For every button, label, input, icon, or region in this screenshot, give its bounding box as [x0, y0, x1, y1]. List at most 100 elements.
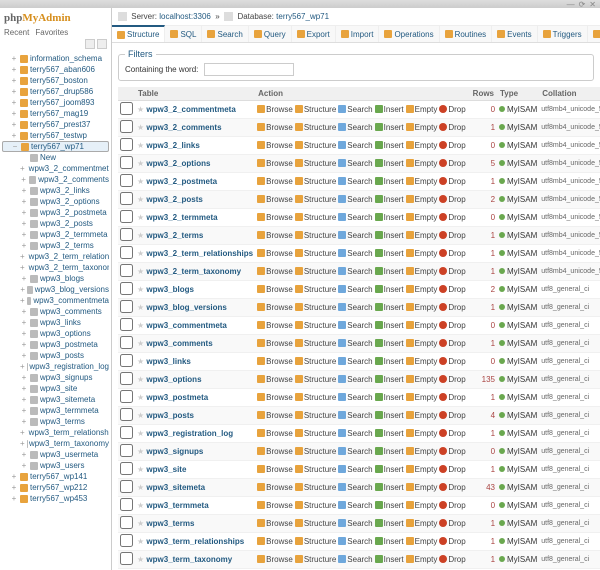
table-link[interactable]: wpw3_blogs [146, 285, 194, 294]
table-link[interactable]: wpw3_comments [146, 339, 212, 348]
table-link[interactable]: wpw3_2_term_taxonomy [146, 267, 241, 276]
table-link[interactable]: wpw3_term_relationships [146, 537, 244, 546]
tree-item[interactable]: New [2, 152, 109, 163]
insert-action[interactable]: Insert [375, 231, 404, 240]
search-action[interactable]: Search [338, 159, 372, 168]
insert-action[interactable]: Insert [375, 465, 404, 474]
structure-action[interactable]: Structure [295, 339, 336, 348]
row-check[interactable] [120, 498, 133, 511]
expand-icon[interactable]: + [20, 252, 25, 261]
star-icon[interactable]: ★ [137, 231, 144, 240]
browse-action[interactable]: Browse [257, 501, 293, 510]
expand-icon[interactable]: + [20, 461, 28, 470]
tree-item[interactable]: +terry567_joom893 [2, 97, 109, 108]
tree-item[interactable]: +wpw3_2_termmeta [2, 229, 109, 240]
drop-action[interactable]: Drop [439, 249, 465, 258]
insert-action[interactable]: Insert [375, 195, 404, 204]
expand-icon[interactable]: + [10, 131, 18, 140]
expand-icon[interactable]: + [20, 395, 28, 404]
expand-icon[interactable]: + [20, 318, 28, 327]
tab-events[interactable]: Events [492, 26, 537, 42]
table-link[interactable]: wpw3_registration_log [146, 429, 233, 438]
expand-icon[interactable]: + [20, 241, 28, 250]
browse-action[interactable]: Browse [257, 393, 293, 402]
insert-action[interactable]: Insert [375, 483, 404, 492]
structure-action[interactable]: Structure [295, 159, 336, 168]
server-link[interactable]: localhost:3306 [159, 12, 211, 21]
star-icon[interactable]: ★ [137, 465, 144, 474]
tree-item[interactable]: +terry567_testwp [2, 130, 109, 141]
structure-action[interactable]: Structure [295, 501, 336, 510]
structure-action[interactable]: Structure [295, 375, 336, 384]
th-rows[interactable]: Rows [470, 87, 497, 101]
search-action[interactable]: Search [338, 537, 372, 546]
tree-item[interactable]: +wpw3_term_relationships [2, 427, 109, 438]
tree-item[interactable]: −terry567_wp71 [2, 141, 109, 152]
search-action[interactable]: Search [338, 555, 372, 564]
table-link[interactable]: wpw3_2_terms [146, 231, 203, 240]
drop-action[interactable]: Drop [439, 159, 465, 168]
filter-input[interactable] [204, 63, 294, 76]
db-link[interactable]: terry567_wp71 [276, 12, 329, 21]
star-icon[interactable]: ★ [137, 285, 144, 294]
browse-action[interactable]: Browse [257, 159, 293, 168]
star-icon[interactable]: ★ [137, 249, 144, 258]
insert-action[interactable]: Insert [375, 447, 404, 456]
table-link[interactable]: wpw3_2_postmeta [146, 177, 217, 186]
table-link[interactable]: wpw3_options [146, 375, 201, 384]
table-link[interactable]: wpw3_2_termmeta [146, 213, 217, 222]
structure-action[interactable]: Structure [295, 177, 336, 186]
table-link[interactable]: wpw3_site [146, 465, 186, 474]
expand-icon[interactable]: + [20, 274, 28, 283]
search-action[interactable]: Search [338, 429, 372, 438]
empty-action[interactable]: Empty [406, 303, 438, 312]
insert-action[interactable]: Insert [375, 339, 404, 348]
expand-icon[interactable]: + [20, 351, 28, 360]
tree-item[interactable]: +terry567_wp212 [2, 482, 109, 493]
browse-action[interactable]: Browse [257, 177, 293, 186]
row-check[interactable] [120, 102, 133, 115]
table-link[interactable]: wpw3_links [146, 357, 190, 366]
structure-action[interactable]: Structure [295, 357, 336, 366]
empty-action[interactable]: Empty [406, 339, 438, 348]
browse-action[interactable]: Browse [257, 537, 293, 546]
row-check[interactable] [120, 228, 133, 241]
search-action[interactable]: Search [338, 465, 372, 474]
empty-action[interactable]: Empty [406, 231, 438, 240]
star-icon[interactable]: ★ [137, 555, 144, 564]
structure-action[interactable]: Structure [295, 105, 336, 114]
drop-action[interactable]: Drop [439, 357, 465, 366]
empty-action[interactable]: Empty [406, 375, 438, 384]
tree-item[interactable]: +wpw3_2_options [2, 196, 109, 207]
empty-action[interactable]: Empty [406, 177, 438, 186]
tab-operations[interactable]: Operations [379, 26, 439, 42]
row-check[interactable] [120, 174, 133, 187]
tree-item[interactable]: +wpw3_2_postmeta [2, 207, 109, 218]
expand-icon[interactable]: + [10, 98, 18, 107]
drop-action[interactable]: Drop [439, 177, 465, 186]
browse-action[interactable]: Browse [257, 123, 293, 132]
search-action[interactable]: Search [338, 357, 372, 366]
expand-icon[interactable]: − [11, 142, 19, 151]
search-action[interactable]: Search [338, 321, 372, 330]
tree-item[interactable]: +wpw3_usermeta [2, 449, 109, 460]
expand-icon[interactable]: + [20, 208, 28, 217]
tree-item[interactable]: +wpw3_term_taxonomy [2, 438, 109, 449]
structure-action[interactable]: Structure [295, 303, 336, 312]
structure-action[interactable]: Structure [295, 555, 336, 564]
drop-action[interactable]: Drop [439, 285, 465, 294]
tree-item[interactable]: +wpw3_2_term_relationships [2, 251, 109, 262]
empty-action[interactable]: Empty [406, 429, 438, 438]
expand-icon[interactable]: + [10, 65, 18, 74]
insert-action[interactable]: Insert [375, 393, 404, 402]
empty-action[interactable]: Empty [406, 105, 438, 114]
drop-action[interactable]: Drop [439, 411, 465, 420]
star-icon[interactable]: ★ [137, 483, 144, 492]
structure-action[interactable]: Structure [295, 393, 336, 402]
drop-action[interactable]: Drop [439, 267, 465, 276]
empty-action[interactable]: Empty [406, 555, 438, 564]
insert-action[interactable]: Insert [375, 159, 404, 168]
tab-search[interactable]: Search [202, 26, 248, 42]
drop-action[interactable]: Drop [439, 339, 465, 348]
tree-item[interactable]: +terry567_aban606 [2, 64, 109, 75]
